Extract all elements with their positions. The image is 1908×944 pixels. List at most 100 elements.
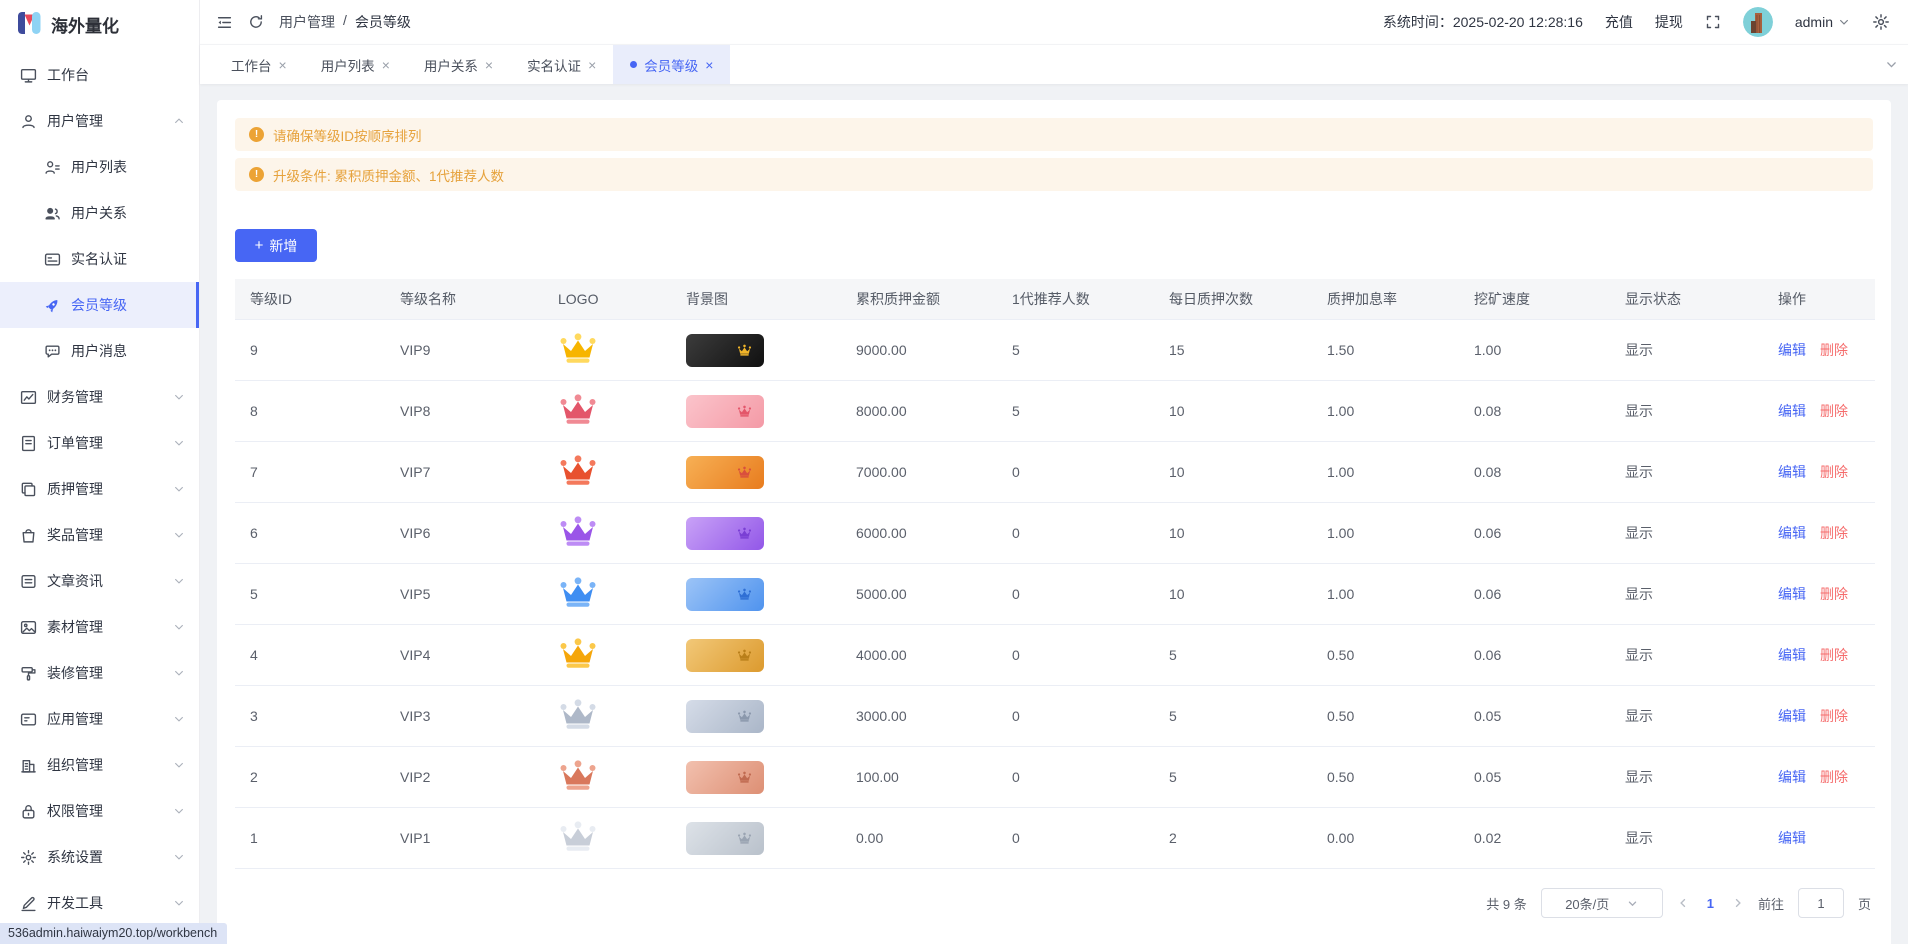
- sidebar-item-组织管理[interactable]: 组织管理: [0, 742, 199, 788]
- breadcrumb-parent[interactable]: 用户管理: [279, 12, 335, 32]
- rate-cell: 1.00: [1312, 442, 1459, 503]
- sidebar-item-label: 用户消息: [71, 341, 127, 361]
- user-list-icon: [44, 159, 61, 176]
- page-suffix: 页: [1858, 894, 1871, 913]
- edit-link[interactable]: 编辑: [1778, 769, 1806, 785]
- tab-会员等级[interactable]: 会员等级×: [613, 45, 730, 84]
- daily-pledge-cell: 5: [1154, 625, 1312, 686]
- total-count: 共 9 条: [1486, 894, 1526, 913]
- chevron-down-icon: [173, 483, 185, 495]
- topbar-right: 系统时间：2025-02-20 12:28:16 充值 提现 admin: [1383, 7, 1890, 37]
- delete-link[interactable]: 删除: [1820, 464, 1848, 480]
- delete-link[interactable]: 删除: [1820, 708, 1848, 724]
- sidebar-item-label: 权限管理: [47, 801, 103, 821]
- sidebar-menu: 工作台用户管理用户列表用户关系实名认证会员等级用户消息财务管理订单管理质押管理奖…: [0, 48, 199, 926]
- edit-link[interactable]: 编辑: [1778, 464, 1806, 480]
- sidebar-item-label: 装修管理: [47, 663, 103, 683]
- sidebar-item-财务管理[interactable]: 财务管理: [0, 374, 199, 420]
- sidebar-item-应用管理[interactable]: 应用管理: [0, 696, 199, 742]
- edit-link[interactable]: 编辑: [1778, 647, 1806, 663]
- pagination: 共 9 条 20条/页 1 前往: [235, 888, 1873, 918]
- recharge-button[interactable]: 充值: [1605, 12, 1633, 32]
- delete-link[interactable]: 删除: [1820, 647, 1848, 663]
- sidebar-item-实名认证[interactable]: 实名认证: [0, 236, 199, 282]
- tab-工作台[interactable]: 工作台×: [214, 45, 304, 84]
- tab-用户关系[interactable]: 用户关系×: [407, 45, 510, 84]
- sidebar-item-开发工具[interactable]: 开发工具: [0, 880, 199, 926]
- edit-link[interactable]: 编辑: [1778, 342, 1806, 358]
- users-icon: [44, 205, 61, 222]
- sidebar-item-用户消息[interactable]: 用户消息: [0, 328, 199, 374]
- sidebar-item-文章资讯[interactable]: 文章资讯: [0, 558, 199, 604]
- edit-link[interactable]: 编辑: [1778, 830, 1806, 846]
- close-icon[interactable]: ×: [382, 58, 390, 72]
- status-cell: 显示: [1610, 503, 1763, 564]
- rate-cell: 0.00: [1312, 808, 1459, 869]
- alert-text: 请确保等级ID按顺序排列: [273, 125, 422, 145]
- sidebar-item-奖品管理[interactable]: 奖品管理: [0, 512, 199, 558]
- background-cell: [671, 503, 841, 564]
- tab-list-chevron-down-icon[interactable]: [1885, 45, 1898, 84]
- sidebar-item-用户管理[interactable]: 用户管理: [0, 98, 199, 144]
- delete-link[interactable]: 删除: [1820, 586, 1848, 602]
- close-icon[interactable]: ×: [279, 58, 287, 72]
- edit-link[interactable]: 编辑: [1778, 403, 1806, 419]
- rate-cell: 0.50: [1312, 747, 1459, 808]
- sidebar-item-label: 质押管理: [47, 479, 103, 499]
- edit-link[interactable]: 编辑: [1778, 708, 1806, 724]
- sidebar-item-会员等级[interactable]: 会员等级: [0, 282, 199, 328]
- status-cell: 显示: [1610, 747, 1763, 808]
- close-icon[interactable]: ×: [588, 58, 596, 72]
- rocket-icon: [44, 297, 61, 314]
- page-number[interactable]: 1: [1703, 896, 1718, 911]
- amount-cell: 5000.00: [841, 564, 997, 625]
- sidebar-item-系统设置[interactable]: 系统设置: [0, 834, 199, 880]
- chevron-down-icon: [173, 437, 185, 449]
- sidebar-item-素材管理[interactable]: 素材管理: [0, 604, 199, 650]
- level-id-cell: 1: [235, 808, 385, 869]
- fullscreen-icon[interactable]: [1705, 14, 1721, 30]
- goto-page-input[interactable]: [1798, 888, 1844, 918]
- sidebar-item-用户列表[interactable]: 用户列表: [0, 144, 199, 190]
- delete-link[interactable]: 删除: [1820, 525, 1848, 541]
- close-icon[interactable]: ×: [705, 58, 713, 72]
- edit-link[interactable]: 编辑: [1778, 525, 1806, 541]
- edit-link[interactable]: 编辑: [1778, 586, 1806, 602]
- withdraw-button[interactable]: 提现: [1655, 12, 1683, 32]
- gear-icon[interactable]: [1872, 13, 1890, 31]
- user-avatar[interactable]: [1743, 7, 1773, 37]
- background-card-image: [686, 517, 764, 550]
- tab-用户列表[interactable]: 用户列表×: [304, 45, 407, 84]
- refresh-icon[interactable]: [248, 14, 264, 30]
- sidebar-item-权限管理[interactable]: 权限管理: [0, 788, 199, 834]
- column-header: 挖矿速度: [1459, 279, 1610, 320]
- sidebar-item-label: 应用管理: [47, 709, 103, 729]
- level-name-cell: VIP1: [385, 808, 543, 869]
- delete-link[interactable]: 删除: [1820, 342, 1848, 358]
- referrals-cell: 0: [997, 442, 1154, 503]
- next-page-icon[interactable]: [1732, 897, 1744, 909]
- collapse-menu-icon[interactable]: [216, 14, 233, 31]
- background-card-image: [686, 822, 764, 855]
- plus-icon: +: [255, 238, 264, 253]
- daily-pledge-cell: 15: [1154, 320, 1312, 381]
- close-icon[interactable]: ×: [485, 58, 493, 72]
- add-level-button[interactable]: + 新增: [235, 229, 317, 262]
- sidebar-item-质押管理[interactable]: 质押管理: [0, 466, 199, 512]
- delete-link[interactable]: 删除: [1820, 769, 1848, 785]
- sidebar-item-订单管理[interactable]: 订单管理: [0, 420, 199, 466]
- crown-logo-icon: [558, 597, 598, 613]
- user-menu[interactable]: admin: [1795, 14, 1850, 30]
- main-area: 用户管理 / 会员等级 系统时间：2025-02-20 12:28:16 充值 …: [200, 0, 1908, 944]
- prev-page-icon[interactable]: [1677, 897, 1689, 909]
- sidebar-item-装修管理[interactable]: 装修管理: [0, 650, 199, 696]
- level-name-cell: VIP8: [385, 381, 543, 442]
- amount-cell: 9000.00: [841, 320, 997, 381]
- page-size-select[interactable]: 20条/页: [1541, 888, 1663, 918]
- sidebar-item-用户关系[interactable]: 用户关系: [0, 190, 199, 236]
- sidebar-item-工作台[interactable]: 工作台: [0, 52, 199, 98]
- tab-实名认证[interactable]: 实名认证×: [510, 45, 613, 84]
- background-card-image: [686, 761, 764, 794]
- breadcrumb-separator: /: [343, 12, 347, 32]
- delete-link[interactable]: 删除: [1820, 403, 1848, 419]
